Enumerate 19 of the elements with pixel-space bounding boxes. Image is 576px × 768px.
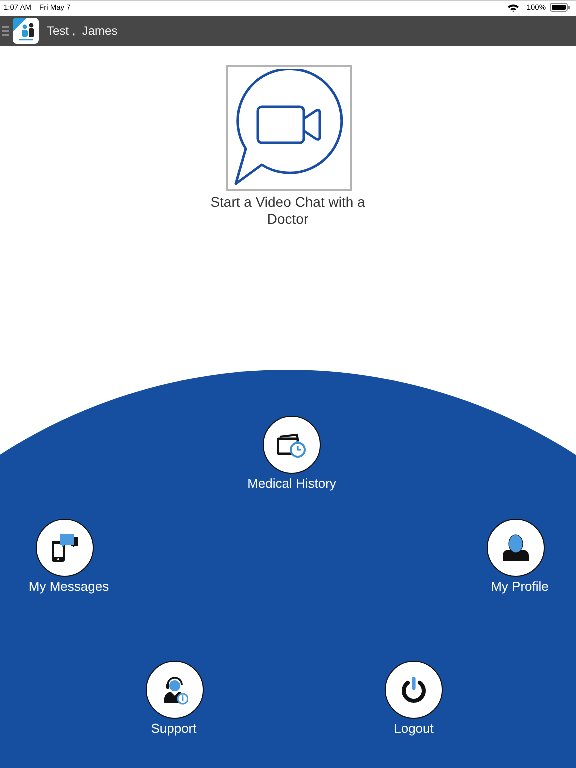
menu-item-label: Medical History bbox=[246, 476, 338, 492]
video-chat-label: Start a Video Chat with a Doctor bbox=[210, 194, 366, 228]
menu-item-label: My Messages bbox=[28, 579, 110, 595]
video-chat-button[interactable] bbox=[226, 65, 352, 191]
app-logo bbox=[13, 18, 39, 44]
person-icon bbox=[502, 534, 530, 562]
support-agent-icon bbox=[162, 675, 188, 705]
wifi-icon bbox=[508, 4, 519, 12]
battery-icon bbox=[550, 3, 570, 12]
folder-clock-icon bbox=[277, 431, 307, 459]
video-chat-icon bbox=[232, 69, 346, 187]
menu-item-label: Support bbox=[150, 721, 198, 737]
menu-item-label: My Profile bbox=[490, 579, 550, 595]
phone-chat-icon bbox=[51, 533, 79, 563]
user-name: Test , James bbox=[47, 24, 118, 38]
power-icon bbox=[400, 676, 428, 704]
menu-item-label: Logout bbox=[393, 721, 435, 737]
menu-button[interactable] bbox=[2, 26, 9, 36]
menu-icon bbox=[2, 26, 9, 36]
